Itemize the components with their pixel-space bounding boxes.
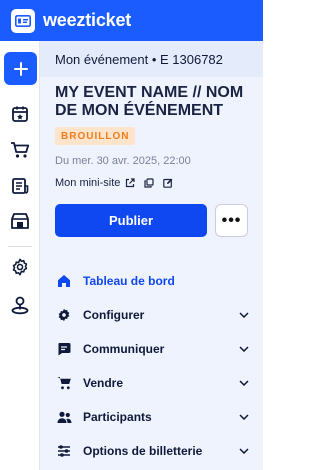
nav-item-label: Participants <box>83 410 152 424</box>
nav-item-configurer[interactable]: Configurer <box>40 298 263 332</box>
more-options-button[interactable]: ••• <box>215 204 248 237</box>
nav-item-label: Configurer <box>83 308 145 322</box>
chevron-down-icon <box>239 310 249 320</box>
minisite-link[interactable]: Mon mini-site <box>55 177 120 189</box>
people-icon <box>56 409 72 425</box>
brand-name: weezticket <box>43 10 132 30</box>
event-date: Du mer. 30 avr. 2025, 22:00 <box>55 155 191 167</box>
event-header: Mon événement • E 1306782 <box>40 41 263 77</box>
home-icon <box>56 273 72 289</box>
edit-icon[interactable] <box>163 178 173 188</box>
invoice-icon[interactable] <box>8 174 32 198</box>
event-nav: Tableau de bord Configurer Communiquer V… <box>40 264 263 468</box>
calendar-star-icon[interactable] <box>8 102 32 126</box>
nav-item-communiquer[interactable]: Communiquer <box>40 332 263 366</box>
chat-icon <box>56 341 72 357</box>
nav-item-participants[interactable]: Participants <box>40 400 263 434</box>
nav-item-tableau-de-bord[interactable]: Tableau de bord <box>40 264 263 298</box>
gear-icon <box>56 307 72 323</box>
map-pin-icon[interactable] <box>8 293 32 317</box>
copy-icon[interactable] <box>144 178 155 188</box>
chevron-down-icon <box>239 446 249 456</box>
nav-item-label: Options de billetterie <box>83 444 203 458</box>
cart-icon <box>56 375 72 391</box>
event-panel: Mon événement • E 1306782 MY EVENT NAME … <box>40 41 263 470</box>
minisite-row: Mon mini-site <box>55 177 173 189</box>
gear-icon[interactable] <box>8 255 32 279</box>
top-bar: weezticket <box>0 0 263 41</box>
chevron-down-icon <box>239 378 249 388</box>
nav-item-vendre[interactable]: Vendre <box>40 366 263 400</box>
external-link-icon[interactable] <box>125 178 136 188</box>
add-button[interactable] <box>4 52 37 85</box>
plus-icon <box>13 61 28 76</box>
nav-item-label: Communiquer <box>83 342 165 356</box>
nav-item-options-de-billetterie[interactable]: Options de billetterie <box>40 434 263 468</box>
cart-icon[interactable] <box>8 138 32 162</box>
more-options-icon: ••• <box>221 211 242 229</box>
ticket-logo-icon[interactable] <box>11 8 35 33</box>
status-badge: BROUILLON <box>55 127 136 145</box>
nav-item-label: Vendre <box>83 376 124 390</box>
publish-button[interactable]: Publier <box>55 204 207 237</box>
icon-rail <box>0 41 40 470</box>
nav-item-label: Tableau de bord <box>83 274 175 288</box>
rail-divider <box>8 246 32 247</box>
chevron-down-icon <box>239 412 249 422</box>
event-title: MY EVENT NAME // NOM DE MON ÉVÉNEMENT <box>55 84 244 119</box>
sliders-icon <box>56 443 72 459</box>
store-icon[interactable] <box>8 209 32 233</box>
chevron-down-icon <box>239 344 249 354</box>
